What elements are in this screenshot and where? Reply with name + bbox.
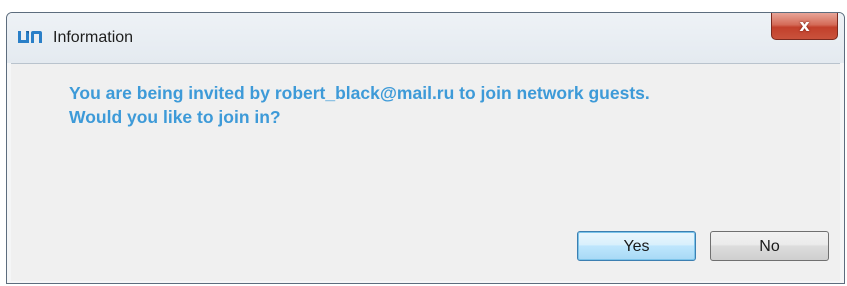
information-dialog: Information x You are being invited by r… (6, 12, 845, 284)
invitation-message: You are being invited by robert_black@ma… (69, 81, 650, 129)
close-icon: x (799, 16, 810, 35)
dialog-titlebar[interactable]: Information x (7, 13, 844, 63)
dialog-content: You are being invited by robert_black@ma… (11, 63, 840, 281)
yes-button[interactable]: Yes (577, 231, 696, 261)
app-logo-icon (18, 31, 42, 43)
no-button[interactable]: No (710, 231, 829, 261)
dialog-title: Information (53, 29, 134, 46)
message-line-2: Would you like to join in? (69, 107, 281, 127)
message-line-1: You are being invited by robert_black@ma… (69, 83, 650, 103)
close-button[interactable]: x (771, 13, 838, 40)
